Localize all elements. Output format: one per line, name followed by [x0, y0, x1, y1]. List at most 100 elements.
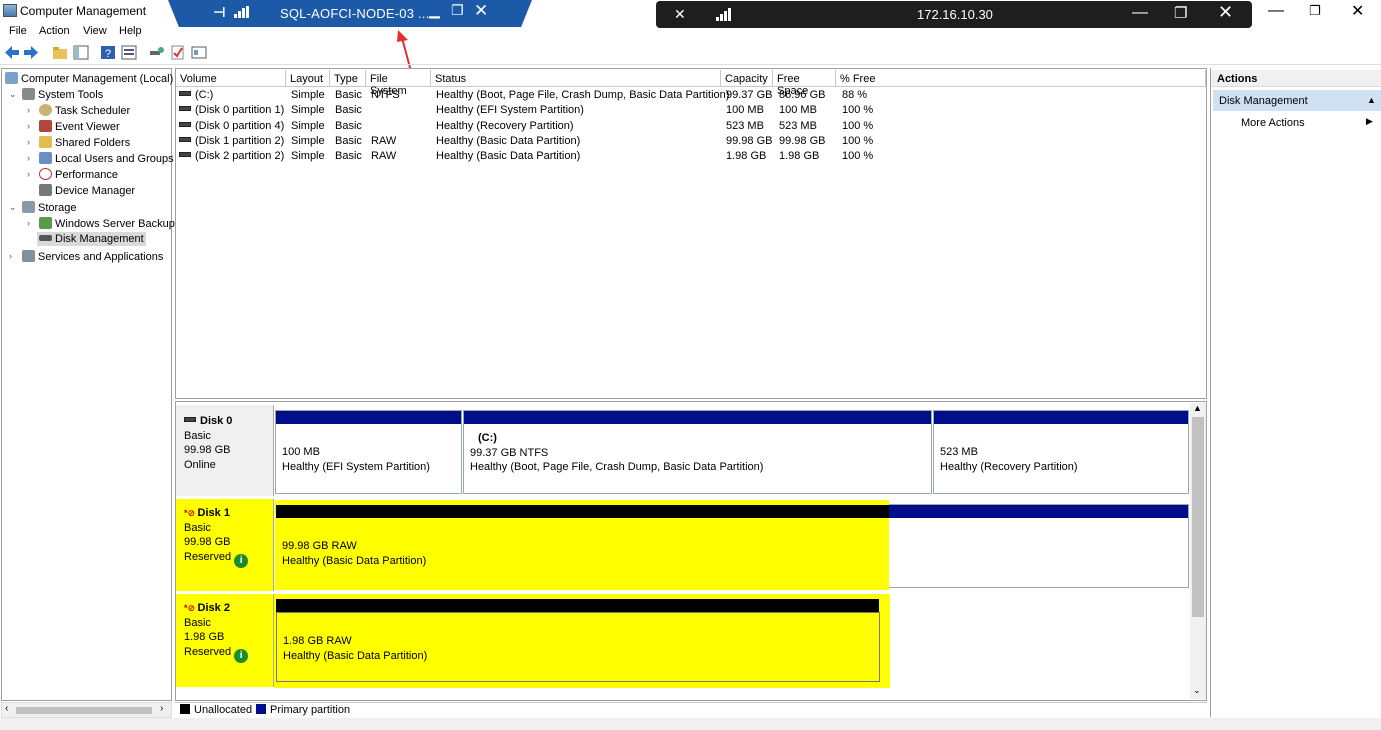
tree-label: Task Scheduler — [55, 105, 131, 117]
scroll-down-icon[interactable]: ⌄ — [1193, 685, 1201, 696]
remote-close-button[interactable]: ✕ — [1218, 2, 1233, 23]
menu-view[interactable]: View — [83, 25, 107, 37]
scroll-left-icon[interactable]: ‹ — [5, 703, 8, 714]
expand-icon[interactable]: › — [27, 169, 30, 179]
help-icon[interactable]: ? — [100, 45, 116, 60]
properties-icon[interactable] — [121, 45, 137, 60]
more-actions-label: More Actions — [1241, 117, 1305, 129]
tree-item-device-manager[interactable]: Device Manager — [39, 184, 135, 197]
remote-minimize-button[interactable]: — — [1132, 4, 1148, 22]
checklist-icon[interactable] — [170, 45, 186, 60]
volume-icon — [179, 106, 191, 111]
unpin-icon[interactable]: ✕ — [674, 6, 686, 23]
cell-file-system: NTFS — [371, 89, 400, 101]
cell-capacity: 99.98 GB — [726, 135, 773, 147]
tree-item-system-tools[interactable]: System Tools — [22, 88, 103, 101]
collapse-up-icon[interactable]: ▲ — [1367, 95, 1376, 105]
legend: Unallocated Primary partition — [175, 702, 1207, 718]
window-title: Computer Management — [20, 4, 147, 18]
tree-item-performance[interactable]: Performance — [39, 168, 118, 181]
cell-layout: Simple — [291, 135, 325, 147]
connect-icon[interactable] — [149, 45, 165, 60]
tree-horizontal-scrollbar[interactable]: ‹ › — [1, 702, 172, 718]
scrollbar-thumb[interactable] — [1192, 417, 1204, 617]
tree-label: Local Users and Groups — [55, 153, 174, 165]
tree-item-services-applications[interactable]: Services and Applications — [22, 250, 163, 263]
show-hide-tree-icon[interactable] — [73, 45, 89, 60]
column-header-type[interactable]: Type — [330, 70, 366, 87]
cell-capacity: 100 MB — [726, 104, 764, 116]
scrollbar-thumb[interactable] — [16, 707, 152, 714]
cell-type: Basic — [335, 120, 362, 132]
cell-type: Basic — [335, 89, 362, 101]
expand-icon[interactable]: › — [27, 105, 30, 115]
collapse-icon[interactable]: ⌄ — [9, 89, 17, 100]
legend-unallocated: Unallocated — [194, 704, 253, 716]
scroll-up-icon[interactable]: ▲ — [1193, 403, 1202, 413]
maximize-button[interactable]: ❐ — [1309, 3, 1321, 19]
column-header-capacity[interactable]: Capacity — [721, 70, 773, 87]
more-actions-item[interactable]: More Actions — [1241, 117, 1305, 129]
partition-status: Healthy (Basic Data Partition) — [282, 554, 427, 567]
info-icon[interactable]: i — [234, 648, 249, 663]
forward-arrow-icon[interactable] — [23, 45, 39, 60]
view-icon[interactable] — [191, 45, 207, 60]
storage-icon — [22, 201, 35, 213]
tree-label: Storage — [38, 202, 77, 214]
actions-section-disk-management[interactable]: Disk Management ▲ — [1213, 90, 1381, 111]
disk-0-label[interactable]: Disk 0 Basic 99.98 GB Online — [176, 405, 274, 496]
rdp-restore-button[interactable]: ❐ — [451, 2, 464, 19]
info-icon[interactable]: i — [234, 553, 249, 568]
expand-icon[interactable]: › — [27, 137, 30, 147]
tree-item-windows-server-backup[interactable]: Windows Server Backup — [39, 217, 175, 230]
partition-disk1-raw[interactable]: 99.98 GB RAW Healthy (Basic Data Partiti… — [275, 500, 1189, 590]
column-header-volume[interactable]: Volume — [176, 70, 286, 87]
expand-icon[interactable]: › — [9, 251, 12, 261]
cell-type: Basic — [335, 150, 362, 162]
tree-item-task-scheduler[interactable]: Task Scheduler — [39, 104, 130, 117]
cell-percent-free: 100 % — [842, 135, 874, 147]
menu-file[interactable]: File — [9, 25, 27, 37]
column-header-percent-free[interactable]: % Free — [836, 70, 1206, 87]
collapse-icon[interactable]: ⌄ — [9, 202, 17, 213]
back-arrow-icon[interactable] — [4, 45, 20, 60]
disk-view-scrollbar[interactable]: ▲ ⌄ — [1190, 403, 1206, 699]
cell-status: Healthy (Recovery Partition) — [436, 120, 574, 132]
tree-item-event-viewer[interactable]: Event Viewer — [39, 120, 120, 133]
partition-disk2-raw[interactable]: 1.98 GB RAW Healthy (Basic Data Partitio… — [274, 594, 890, 688]
disk-2-label[interactable]: *⊘ Disk 2 Basic 1.98 GB Reserved i — [176, 594, 274, 687]
expand-icon[interactable]: › — [27, 218, 30, 228]
tree-item-computer-management[interactable]: Computer Management (Local) — [5, 72, 173, 85]
up-folder-icon[interactable] — [52, 45, 68, 60]
partition-efi[interactable]: 100 MB Healthy (EFI System Partition) — [275, 410, 462, 494]
tree-item-local-users[interactable]: Local Users and Groups — [39, 152, 174, 165]
column-header-free-space[interactable]: Free Space — [773, 70, 836, 97]
backup-icon — [39, 217, 52, 229]
menu-help[interactable]: Help — [119, 25, 142, 37]
scroll-right-icon[interactable]: › — [160, 703, 163, 714]
tree-item-storage[interactable]: Storage — [22, 201, 77, 214]
expand-icon[interactable]: › — [27, 121, 30, 131]
menu-action[interactable]: Action — [39, 25, 70, 37]
column-header-file-system[interactable]: File System — [366, 70, 431, 97]
partition-status: Healthy (Recovery Partition) — [940, 460, 1078, 473]
offline-arrow-icon: *⊘ — [184, 603, 198, 613]
partition-c[interactable]: (C:) 99.37 GB NTFS Healthy (Boot, Page F… — [463, 410, 932, 494]
close-button[interactable]: ✕ — [1351, 1, 1364, 21]
partition-recovery[interactable]: 523 MB Healthy (Recovery Partition) — [933, 410, 1189, 494]
column-header-layout[interactable]: Layout — [286, 70, 330, 87]
tree-item-disk-management[interactable]: Disk Management — [37, 232, 146, 246]
expand-icon[interactable]: › — [27, 153, 30, 163]
rdp-close-button[interactable]: ✕ — [474, 1, 488, 21]
disk-1-label[interactable]: *⊘ Disk 1 Basic 99.98 GB Reserved i — [176, 499, 274, 591]
legend-primary: Primary partition — [270, 704, 351, 716]
rdp-minimize-button[interactable]: ▁ — [429, 2, 440, 19]
tree-item-shared-folders[interactable]: Shared Folders — [39, 136, 130, 149]
cell-free-space: 100 MB — [779, 104, 817, 116]
unallocated-swatch — [180, 704, 190, 714]
remote-restore-button[interactable]: ❐ — [1174, 4, 1187, 22]
cell-free-space: 99.98 GB — [779, 135, 826, 147]
pin-icon[interactable]: ⊣ — [213, 4, 226, 21]
column-header-status[interactable]: Status — [431, 70, 721, 87]
minimize-button[interactable]: — — [1268, 2, 1284, 20]
